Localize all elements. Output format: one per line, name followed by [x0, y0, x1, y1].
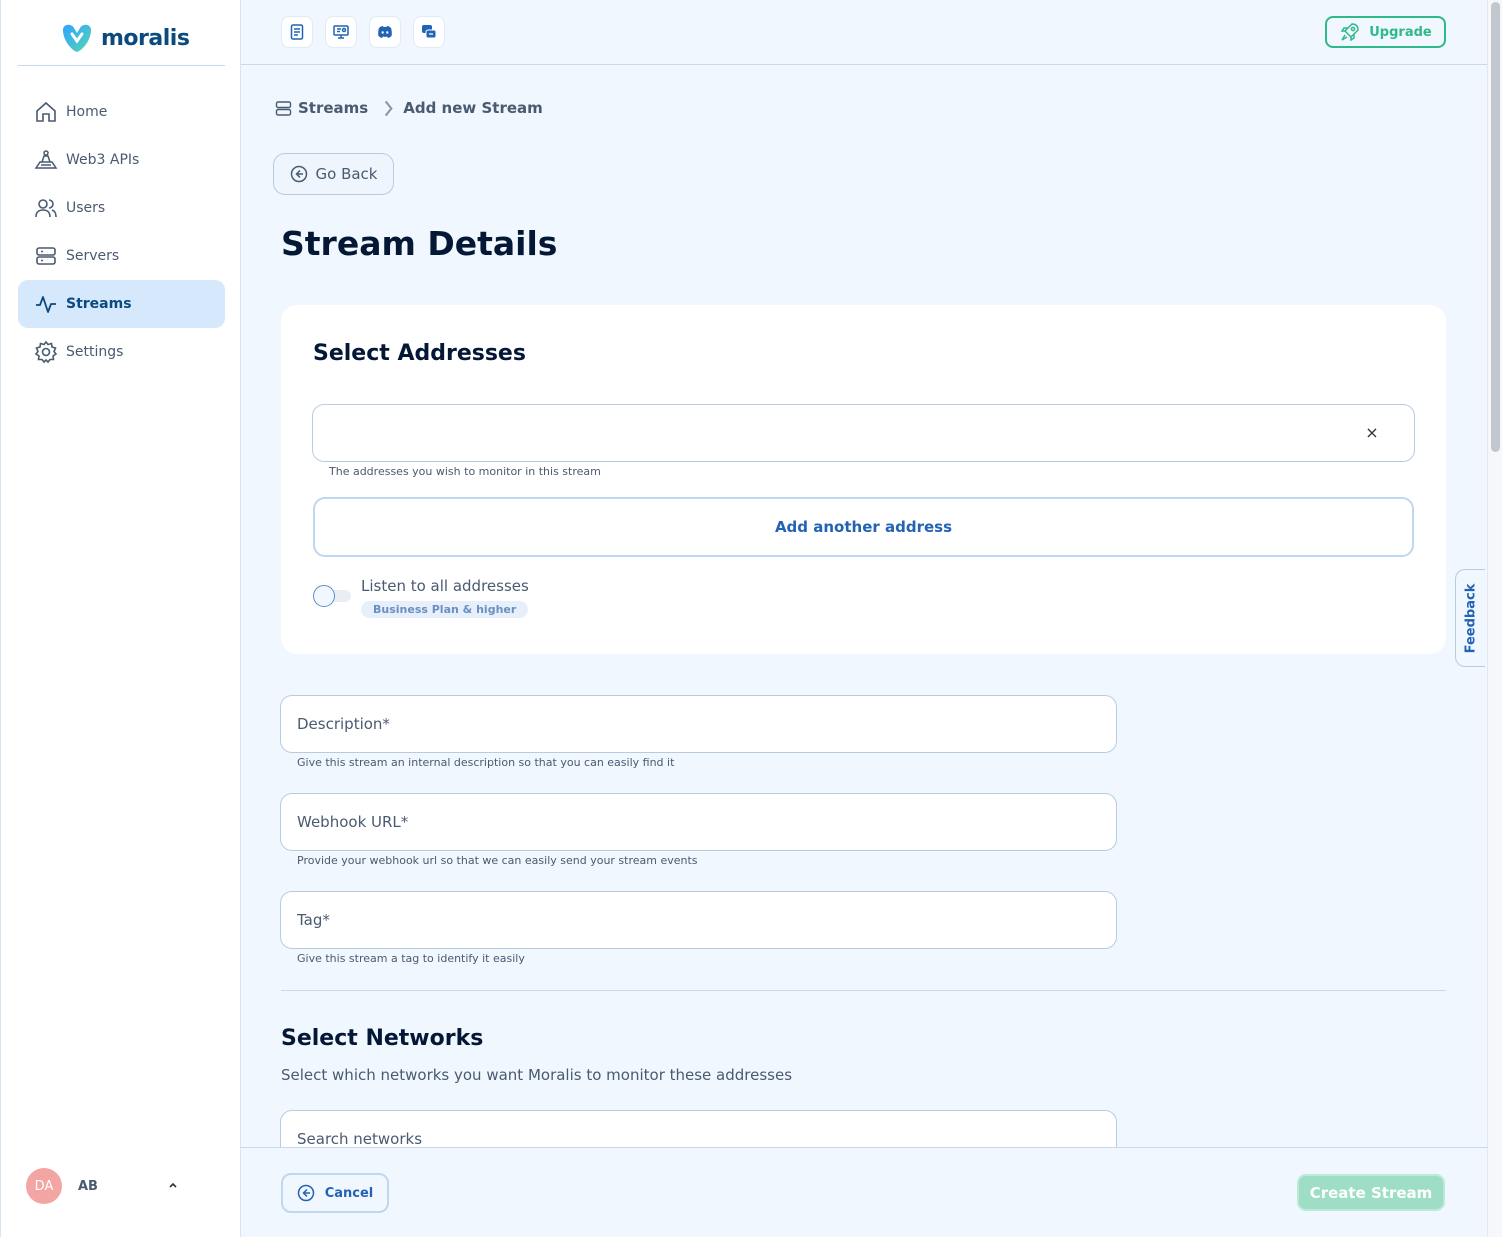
feedback-label: Feedback [1463, 583, 1479, 653]
arrow-left-circle-icon [297, 1184, 314, 1202]
chevron-right-icon [385, 100, 393, 116]
close-icon[interactable]: × [1363, 424, 1381, 442]
tag-helper: Give this stream a tag to identify it ea… [297, 952, 525, 965]
moralis-logo-icon [63, 24, 91, 52]
divider [281, 990, 1446, 991]
discord-icon [378, 26, 392, 38]
section-title: Select Networks [281, 1026, 484, 1051]
tutorial-button[interactable] [325, 16, 357, 48]
tag-input[interactable] [297, 892, 1116, 948]
users-icon [35, 199, 57, 218]
moralis-logo[interactable]: moralis [59, 22, 190, 54]
plan-badge: Business Plan & higher [361, 601, 529, 618]
create-stream-button[interactable]: Create Stream [1297, 1174, 1445, 1211]
tag-field[interactable] [280, 891, 1117, 949]
user-menu[interactable]: DA AB [26, 1168, 186, 1204]
go-back-label: Go Back [315, 165, 378, 183]
rocket-icon [1340, 23, 1360, 42]
home-icon [36, 101, 56, 122]
scrollbar[interactable] [1487, 0, 1502, 1237]
sidebar-item-label: Web3 APIs [66, 152, 140, 168]
breadcrumb-streams[interactable]: Streams [298, 99, 368, 117]
section-subtitle: Select which networks you want Moralis t… [281, 1066, 793, 1084]
sidebar-item-web3-apis[interactable]: Web3 APIs [18, 136, 225, 184]
logo-text: moralis [101, 25, 190, 51]
section-title: Select Addresses [313, 341, 526, 366]
sidebar-nav: Home Web3 APIs Users Servers Streams Set… [18, 88, 225, 376]
feedback-tab[interactable]: Feedback [1455, 569, 1485, 667]
user-name: AB [78, 1178, 98, 1194]
servers-icon [275, 100, 292, 116]
bottom-action-bar: Cancel Create Stream [241, 1147, 1487, 1237]
sidebar-item-label: Settings [66, 344, 124, 360]
description-helper: Give this stream an internal description… [297, 756, 675, 769]
sidebar-item-label: Servers [66, 248, 120, 264]
listen-all-toggle[interactable] [313, 585, 351, 607]
address-helper: The addresses you wish to monitor in thi… [329, 465, 601, 478]
streams-icon [36, 296, 56, 313]
scrollbar-thumb[interactable] [1491, 2, 1500, 452]
sidebar-item-label: Home [66, 104, 108, 120]
sidebar-item-settings[interactable]: Settings [18, 328, 225, 376]
cancel-label: Cancel [324, 1185, 374, 1201]
page-title: Stream Details [281, 224, 558, 263]
go-back-button[interactable]: Go Back [273, 153, 394, 195]
sidebar-item-label: Streams [66, 296, 132, 312]
chevron-up-icon[interactable] [166, 1178, 180, 1192]
upgrade-label: Upgrade [1369, 24, 1432, 40]
address-input[interactable]: × [312, 404, 1415, 462]
avatar: DA [26, 1168, 62, 1204]
add-another-address-button[interactable]: Add another address [313, 497, 1414, 557]
upgrade-button[interactable]: Upgrade [1325, 16, 1446, 48]
sidebar-item-streams[interactable]: Streams [18, 280, 225, 328]
web3-apis-icon [34, 150, 58, 169]
servers-icon [36, 247, 56, 265]
forum-button[interactable] [413, 16, 445, 48]
sidebar: moralis Home Web3 APIs Users Servers Str… [0, 0, 241, 1237]
breadcrumb: Streams Add new Stream [275, 99, 543, 117]
webhook-url-input[interactable] [297, 794, 1116, 850]
toggle-label: Listen to all addresses [361, 577, 529, 595]
docs-icon [290, 24, 304, 40]
webhook-helper: Provide your webhook url so that we can … [297, 854, 698, 867]
webhook-url-field[interactable] [280, 793, 1117, 851]
gear-icon [34, 340, 58, 364]
select-addresses-card: Select Addresses × The addresses you wis… [281, 305, 1446, 654]
forum-icon [422, 25, 437, 39]
arrow-left-circle-icon [290, 165, 307, 183]
divider [18, 65, 225, 66]
toggle-knob [313, 585, 335, 607]
cancel-button[interactable]: Cancel [281, 1173, 389, 1213]
sidebar-item-servers[interactable]: Servers [18, 232, 225, 280]
sidebar-item-users[interactable]: Users [18, 184, 225, 232]
tutorial-icon [333, 25, 349, 39]
docs-button[interactable] [281, 16, 313, 48]
discord-button[interactable] [369, 16, 401, 48]
sidebar-item-label: Users [66, 200, 106, 216]
sidebar-item-home[interactable]: Home [18, 88, 225, 136]
description-field[interactable] [280, 695, 1117, 753]
description-input[interactable] [297, 696, 1116, 752]
breadcrumb-current: Add new Stream [403, 99, 543, 117]
top-bar: Upgrade [241, 0, 1487, 65]
